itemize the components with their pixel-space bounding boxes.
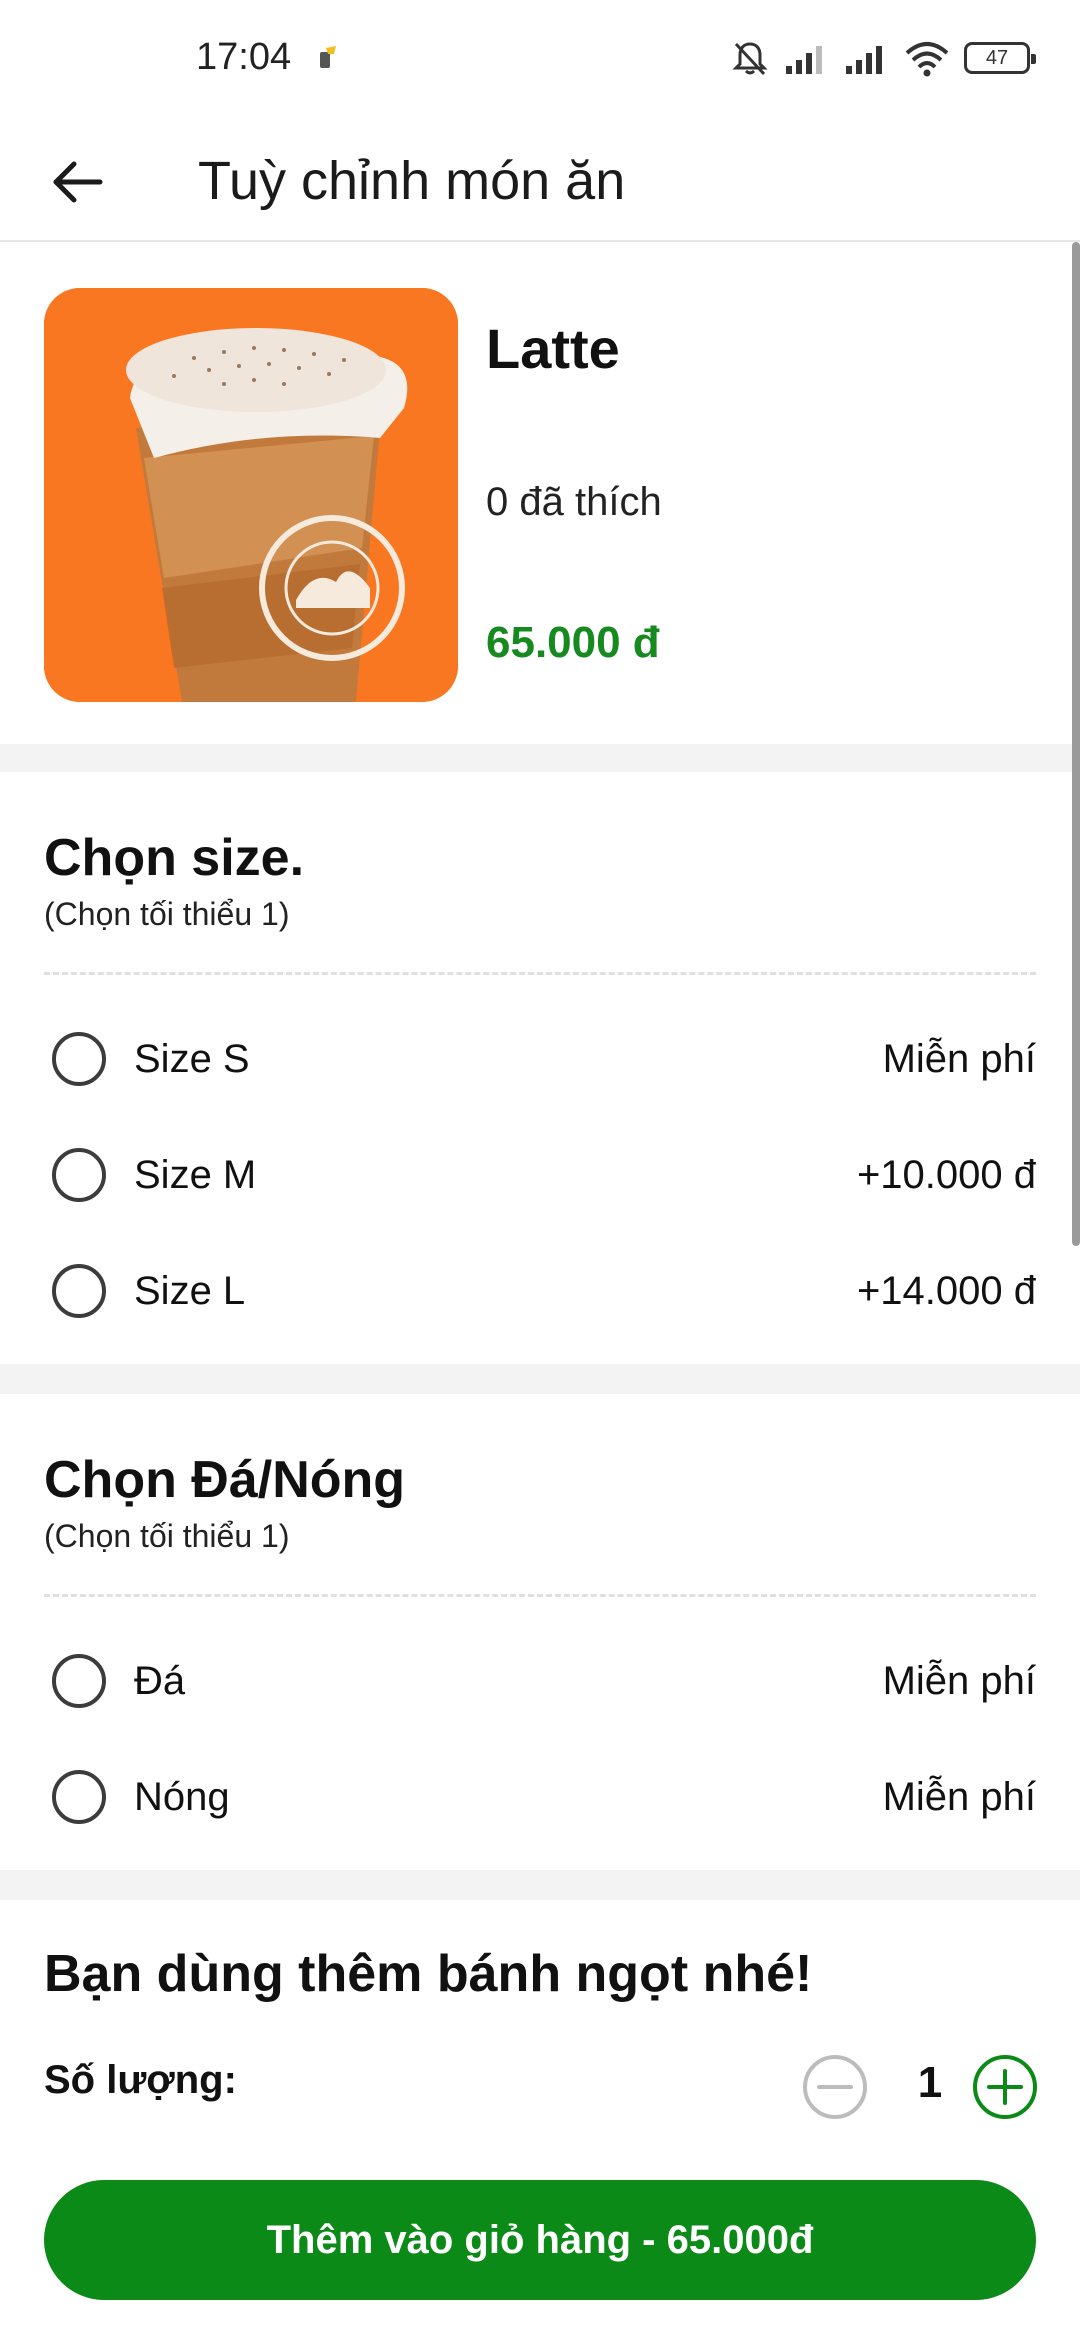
minus-circle-icon [803,2055,867,2119]
radio-button[interactable] [52,1264,106,1318]
product-likes: 0 đã thích [486,480,662,524]
section-subtitle: (Chọn tối thiểu 1) [44,1518,290,1554]
size-section: Chọn size. (Chọn tối thiểu 1) Size S Miễ… [0,772,1080,1364]
dashed-divider [44,1594,1036,1597]
signal-icon [846,46,882,74]
quantity-label: Số lượng: [44,2058,237,2102]
product-name: Latte [486,317,620,380]
notification-app-icon [320,46,336,68]
notification-mute-icon [732,42,768,76]
status-bar: 17:04 47 [0,0,1080,120]
signal-icon [786,46,822,74]
section-title: Chọn Đá/Nóng [44,1451,406,1509]
ice-hot-section: Chọn Đá/Nóng (Chọn tối thiểu 1) Đá Miễn … [0,1394,1080,1870]
pastry-section: Bạn dùng thêm bánh ngọt nhé! [0,1900,1080,2010]
wifi-icon [905,42,949,77]
increase-quantity-button[interactable] [972,2054,1038,2120]
quantity-value: 1 [917,2058,943,2107]
arrow-left-icon [53,161,103,203]
product-image [44,288,458,702]
radio-button[interactable] [52,1032,106,1086]
option-ice[interactable]: Đá Miễn phí [0,1630,1080,1730]
radio-button[interactable] [52,1148,106,1202]
section-title: Bạn dùng thêm bánh ngọt nhé! [44,1945,813,2003]
option-label: Size M [134,1153,257,1197]
option-label: Size L [134,1269,246,1313]
option-label: Nóng [134,1775,230,1819]
battery-icon: 47 [964,42,1036,74]
option-price: +14.000 đ [856,1269,1036,1313]
option-price: Miễn phí [882,1775,1036,1819]
dashed-divider [44,972,1036,975]
scroll-content[interactable]: Latte 0 đã thích 65.000 đ Chọn size. (Ch… [0,242,1080,2010]
battery-level: 47 [985,46,1009,69]
option-hot[interactable]: Nóng Miễn phí [0,1746,1080,1846]
option-size-m[interactable]: Size M +10.000 đ [0,1124,1080,1224]
product-card: Latte 0 đã thích 65.000 đ [0,242,1080,744]
decrease-quantity-button[interactable] [802,2054,868,2120]
bottom-bar: Số lượng: 1 Thêm vào giỏ hàng - 65.000đ [0,2008,1080,2340]
status-icons: 47 [730,36,1036,80]
latte-cup-illustration [44,288,458,702]
section-subtitle: (Chọn tối thiểu 1) [44,896,290,932]
option-size-s[interactable]: Size S Miễn phí [0,1008,1080,1108]
option-size-l[interactable]: Size L +14.000 đ [0,1240,1080,1340]
section-title: Chọn size. [44,829,305,887]
page-title: Tuỳ chỉnh món ăn [198,151,626,211]
app-header: Tuỳ chỉnh món ăn [0,120,1080,242]
radio-button[interactable] [52,1654,106,1708]
back-button[interactable] [40,144,116,220]
product-price: 65.000 đ [486,618,660,667]
option-price: Miễn phí [882,1037,1036,1081]
scrollbar[interactable] [1072,242,1080,1246]
radio-button[interactable] [52,1770,106,1824]
add-to-cart-button[interactable]: Thêm vào giỏ hàng - 65.000đ [44,2180,1036,2300]
option-label: Size S [134,1037,250,1081]
option-price: Miễn phí [882,1659,1036,1703]
option-label: Đá [134,1659,186,1703]
status-time: 17:04 [196,36,292,78]
plus-circle-icon [973,2055,1037,2119]
option-price: +10.000 đ [856,1153,1036,1197]
